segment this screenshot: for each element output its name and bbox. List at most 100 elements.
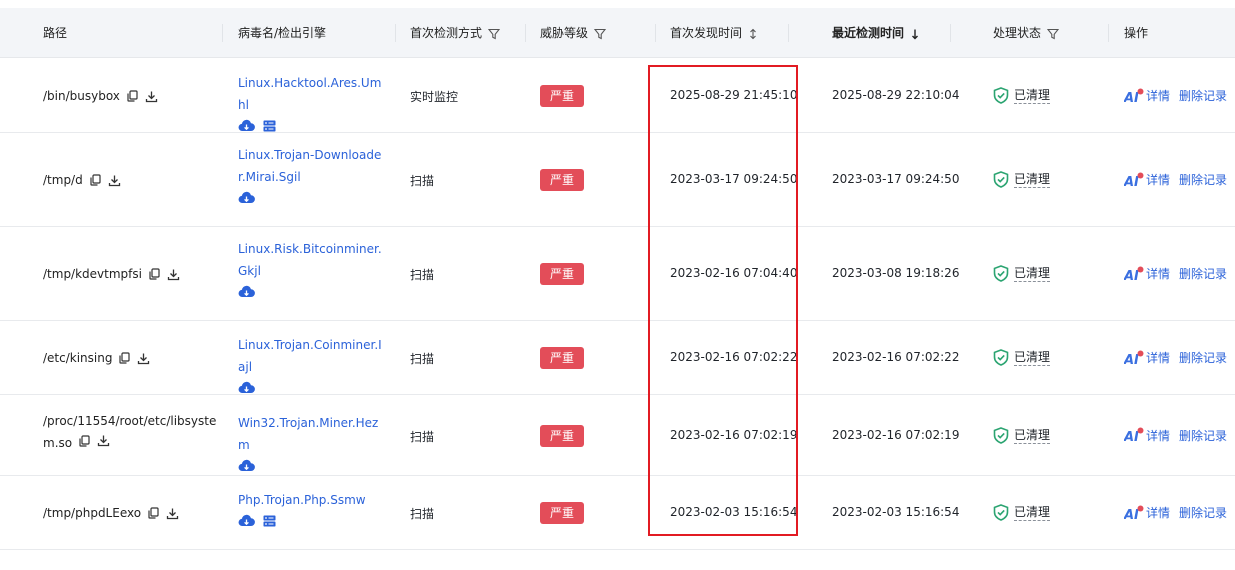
col-virus: 病毒名/检出引擎	[238, 26, 327, 40]
file-path: /tmp/d	[43, 171, 121, 189]
copy-icon[interactable]	[90, 174, 101, 186]
ai-icon[interactable]: AI	[1124, 350, 1144, 366]
cloud-engine-icon[interactable]	[238, 514, 255, 527]
copy-icon[interactable]	[119, 352, 131, 364]
filter-icon[interactable]	[487, 28, 501, 40]
virus-name-link[interactable]: Win32.Trojan.Miner.Hezm	[238, 412, 388, 456]
threat-level-badge: 严重	[540, 347, 584, 369]
detail-link[interactable]: 详情	[1146, 87, 1170, 104]
engine-icons	[238, 285, 388, 298]
status-label[interactable]: 已清理	[1014, 171, 1051, 188]
ai-icon[interactable]: AI	[1124, 505, 1144, 521]
shield-check-icon	[993, 426, 1009, 444]
table-row: /etc/kinsing Linux.Trojan.Coinminer.Iajl…	[0, 321, 1235, 395]
cloud-engine-icon[interactable]	[238, 459, 255, 472]
detail-link[interactable]: 详情	[1146, 265, 1170, 282]
status-label[interactable]: 已清理	[1014, 504, 1051, 521]
ai-icon[interactable]: AI	[1124, 172, 1144, 188]
download-icon[interactable]	[145, 90, 158, 103]
row-actions: AI 详情 删除记录	[1124, 427, 1227, 444]
detect-method: 扫描	[410, 507, 435, 521]
engine-icons	[238, 381, 388, 394]
detail-link[interactable]: 详情	[1146, 427, 1170, 444]
first-found-time: 2023-02-03 15:16:54	[670, 505, 798, 519]
detail-link[interactable]: 详情	[1146, 504, 1170, 521]
delete-record-link[interactable]: 删除记录	[1179, 265, 1227, 282]
cloud-engine-icon[interactable]	[238, 381, 255, 394]
status-label[interactable]: 已清理	[1014, 349, 1051, 366]
table-header: 路径 病毒名/检出引擎 首次检测方式 威胁等级 首次发现时间 最近检测时间 处理…	[0, 8, 1235, 58]
handle-status: 已清理	[993, 426, 1051, 444]
status-label[interactable]: 已清理	[1014, 427, 1051, 444]
last-detect-time: 2023-03-17 09:24:50	[832, 172, 960, 186]
row-actions: AI 详情 删除记录	[1124, 349, 1227, 366]
col-status: 处理状态	[993, 8, 1060, 58]
first-found-time: 2025-08-29 21:45:10	[670, 88, 798, 102]
cloud-engine-icon[interactable]	[238, 191, 255, 204]
pagination	[0, 562, 1235, 570]
row-actions: AI 详情 删除记录	[1124, 265, 1227, 282]
ai-icon[interactable]: AI	[1124, 88, 1144, 104]
virus-name-cell: Linux.Risk.Bitcoinminer.Gkjl	[238, 238, 388, 298]
filter-icon[interactable]	[593, 28, 607, 40]
shield-check-icon	[993, 265, 1009, 282]
shield-check-icon	[993, 171, 1009, 188]
col-level: 威胁等级	[540, 8, 607, 58]
virus-name-link[interactable]: Php.Trojan.Php.Ssmw	[238, 489, 388, 511]
copy-icon[interactable]	[127, 90, 138, 102]
detect-method: 扫描	[410, 268, 435, 282]
virus-name-link[interactable]: Linux.Risk.Bitcoinminer.Gkjl	[238, 238, 388, 282]
file-path: /tmp/kdevtmpfsi	[43, 265, 180, 283]
sort-desc-icon[interactable]	[910, 28, 920, 40]
table-row: /tmp/phpdLEexo Php.Trojan.Php.Ssmw 扫描 严重…	[0, 476, 1235, 550]
threat-level-badge: 严重	[540, 424, 584, 447]
detect-method: 扫描	[410, 352, 435, 366]
delete-record-link[interactable]: 删除记录	[1179, 87, 1227, 104]
filter-icon[interactable]	[1046, 28, 1060, 40]
ai-icon[interactable]: AI	[1124, 266, 1144, 282]
handle-status: 已清理	[993, 349, 1051, 366]
virus-name-cell: Win32.Trojan.Miner.Hezm	[238, 412, 388, 472]
download-icon[interactable]	[166, 507, 179, 520]
download-icon[interactable]	[108, 174, 121, 187]
ai-icon[interactable]: AI	[1124, 427, 1144, 443]
handle-status: 已清理	[993, 171, 1051, 188]
col-last-time[interactable]: 最近检测时间	[832, 8, 920, 58]
copy-icon[interactable]	[149, 268, 160, 280]
detect-method: 实时监控	[410, 90, 459, 104]
shield-check-icon	[993, 349, 1009, 366]
cloud-engine-icon[interactable]	[238, 119, 255, 132]
virus-name-link[interactable]: Linux.Trojan-Downloader.Mirai.Sgil	[238, 144, 388, 188]
file-path: /proc/11554/root/etc/libsystem.so	[43, 413, 217, 450]
copy-icon[interactable]	[148, 507, 159, 519]
download-icon[interactable]	[137, 352, 150, 365]
sort-icon[interactable]	[748, 28, 758, 40]
server-engine-icon[interactable]	[263, 120, 276, 132]
status-label[interactable]: 已清理	[1014, 87, 1051, 104]
last-detect-time: 2023-02-16 07:02:19	[832, 427, 960, 442]
first-found-time: 2023-02-16 07:02:22	[670, 350, 798, 364]
virus-name-cell: Php.Trojan.Php.Ssmw	[238, 489, 388, 527]
virus-name-link[interactable]: Linux.Trojan.Coinminer.Iajl	[238, 334, 388, 378]
last-detect-time: 2023-03-08 19:18:26	[832, 266, 960, 280]
download-icon[interactable]	[167, 268, 180, 281]
delete-record-link[interactable]: 删除记录	[1179, 504, 1227, 521]
table-row: /bin/busybox Linux.Hacktool.Ares.Umhl 实时…	[0, 59, 1235, 133]
svg-text:AI: AI	[1124, 175, 1139, 188]
col-first-time[interactable]: 首次发现时间	[670, 8, 758, 58]
detail-link[interactable]: 详情	[1146, 171, 1170, 188]
status-label[interactable]: 已清理	[1014, 265, 1051, 282]
server-engine-icon[interactable]	[263, 515, 276, 527]
file-path: /tmp/phpdLEexo	[43, 504, 179, 522]
cloud-engine-icon[interactable]	[238, 285, 255, 298]
detail-link[interactable]: 详情	[1146, 349, 1170, 366]
delete-record-link[interactable]: 删除记录	[1179, 349, 1227, 366]
download-icon[interactable]	[97, 434, 110, 447]
svg-text:AI: AI	[1124, 353, 1139, 366]
virus-name-link[interactable]: Linux.Hacktool.Ares.Umhl	[238, 72, 388, 116]
copy-icon[interactable]	[79, 434, 90, 447]
last-detect-time: 2023-02-03 15:16:54	[832, 505, 960, 519]
delete-record-link[interactable]: 删除记录	[1179, 171, 1227, 188]
delete-record-link[interactable]: 删除记录	[1179, 427, 1227, 444]
threat-level-badge: 严重	[540, 263, 584, 285]
